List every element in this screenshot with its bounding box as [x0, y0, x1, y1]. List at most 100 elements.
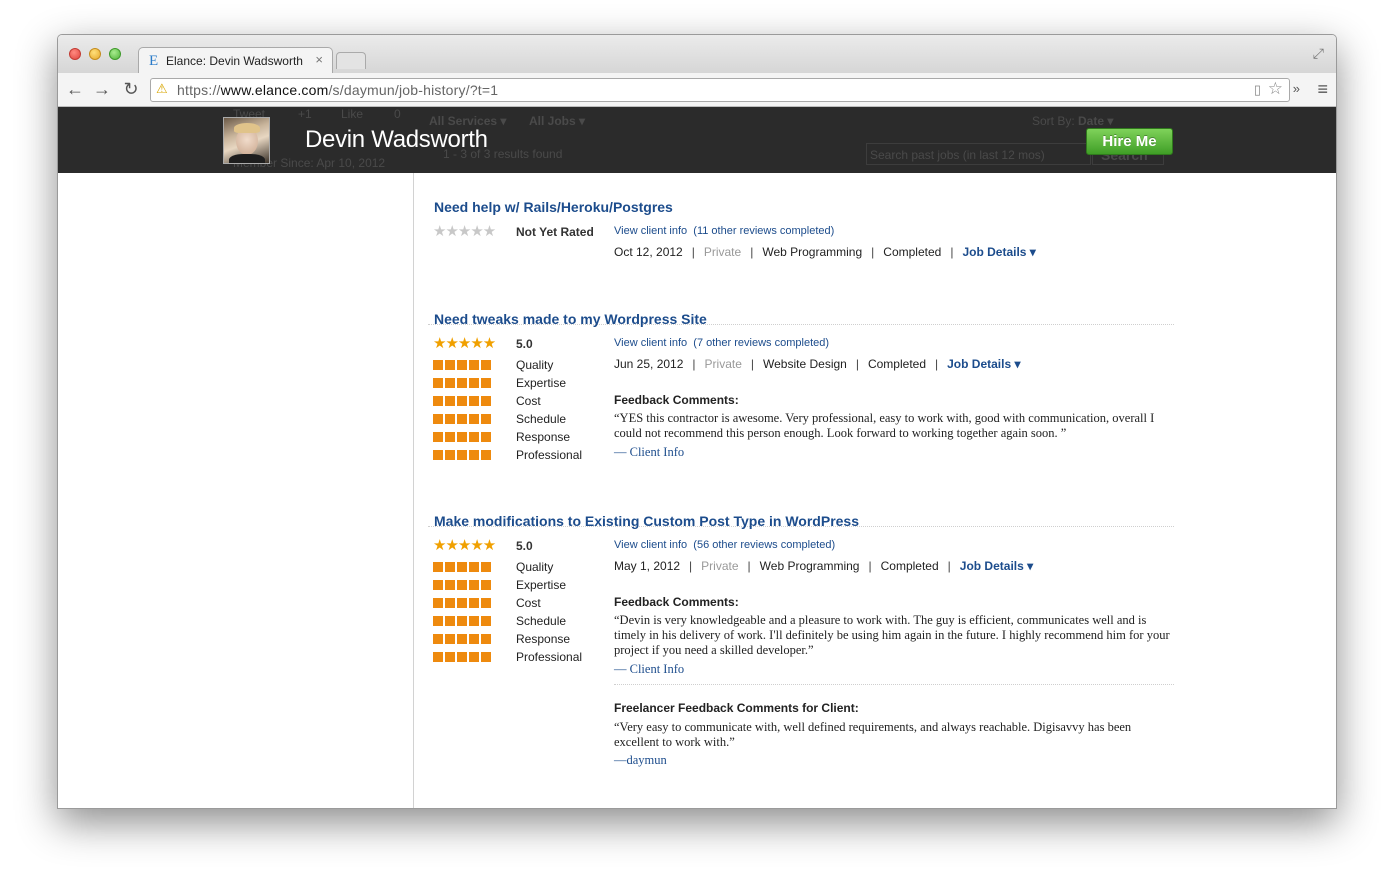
criteria-label: Quality	[516, 560, 554, 574]
ghost-like: Like	[341, 107, 364, 121]
extensions-overflow-icon[interactable]: »	[1293, 81, 1300, 96]
criteria-response: Response	[433, 428, 613, 446]
avatar[interactable]	[223, 117, 270, 164]
other-reviews-count: (11 other reviews completed)	[693, 225, 835, 237]
ghost-sort-by: Sort By:	[1032, 114, 1075, 128]
client-info-link[interactable]: — Client Info	[614, 445, 684, 460]
freelancer-feedback-comment: “Very easy to communicate with, well def…	[614, 720, 1132, 749]
job-meta: Oct 12, 2012 | Private | Web Programming | Com…	[614, 245, 1036, 259]
ghost-sort-value: Date ▾	[1078, 114, 1114, 128]
criteria-label: Schedule	[516, 614, 567, 628]
rating-bars	[433, 634, 493, 644]
criteria-label: Schedule	[516, 412, 567, 426]
new-tab-button[interactable]	[336, 52, 366, 69]
url-text[interactable]: https://www.elance.com/s/daymun/job-hist…	[177, 82, 498, 98]
browser-toolbar: ← → ↻ ⚠ https://www.elance.com/s/daymun/…	[58, 73, 1336, 107]
feedback-comment: “YES this contractor is awesome. Very pr…	[614, 411, 1155, 440]
criteria-label: Cost	[516, 394, 541, 408]
criteria-label: Expertise	[516, 376, 567, 390]
rating-bars	[433, 652, 493, 662]
rating-text: 5.0	[516, 337, 533, 351]
chrome-menu-icon[interactable]: ≡	[1317, 79, 1328, 100]
client-info-label: View client info	[614, 539, 688, 551]
criteria-schedule: Schedule	[433, 612, 613, 630]
title-bar: E Elance: Devin Wadsworth - × ⤢	[58, 35, 1336, 74]
browser-window: E Elance: Devin Wadsworth - × ⤢ ← → ↻ ⚠ …	[57, 34, 1337, 809]
job-item: Need tweaks made to my Wordpress Site ★★…	[428, 311, 1174, 527]
criteria-expertise: Expertise	[433, 576, 613, 594]
criteria-label: Expertise	[516, 578, 567, 592]
profile-name: Devin Wadsworth	[305, 126, 488, 153]
job-status: Completed	[880, 559, 939, 573]
star-rating-icon: ★★★★★	[433, 335, 496, 352]
criteria-label: Response	[516, 632, 571, 646]
feedback-heading: Feedback Comments:	[614, 595, 739, 609]
job-category: Website Design	[763, 357, 847, 371]
client-info-label: View client info	[614, 225, 688, 237]
address-bar[interactable]: ⚠ https://www.elance.com/s/daymun/job-hi…	[150, 78, 1290, 102]
elance-favicon-icon: E	[149, 53, 159, 69]
criteria-quality: Quality	[433, 356, 613, 374]
ghost-gplus: +1	[298, 107, 312, 121]
freelancer-profile-link[interactable]: —daymun	[614, 753, 667, 768]
job-details-link[interactable]: Job Details ▾	[947, 357, 1020, 371]
rating-bars	[433, 562, 493, 572]
criteria-label: Professional	[516, 448, 583, 462]
client-info-link[interactable]: View client info (56 other reviews compl…	[614, 539, 835, 551]
client-info-link[interactable]: View client info (7 other reviews comple…	[614, 337, 829, 349]
page-content: Tweet +1 Like 0 All Services ▾ All Jobs …	[58, 107, 1336, 808]
rating-bars	[433, 616, 493, 626]
job-category: Web Programming	[762, 245, 863, 259]
ghost-all-jobs: All Jobs ▾	[529, 114, 586, 128]
window-close-button[interactable]	[69, 48, 81, 60]
sidebar-divider	[413, 173, 414, 808]
rating-text: 5.0	[516, 539, 533, 553]
bookmark-star-icon[interactable]: ☆	[1268, 79, 1283, 99]
criteria-label: Response	[516, 430, 571, 444]
job-privacy: Private	[701, 559, 739, 573]
job-date: May 1, 2012	[614, 559, 681, 573]
browser-tab[interactable]: E Elance: Devin Wadsworth - ×	[138, 47, 333, 74]
job-details-link[interactable]: Job Details ▾	[960, 559, 1033, 573]
criteria-expertise: Expertise	[433, 374, 613, 392]
criteria-quality: Quality	[433, 558, 613, 576]
ghost-search-placeholder: Search past jobs (in last 12 mos)	[870, 148, 1045, 162]
rating-bars	[433, 360, 493, 370]
job-privacy: Private	[704, 357, 742, 371]
window-minimize-button[interactable]	[89, 48, 101, 60]
criteria-cost: Cost	[433, 392, 613, 410]
job-date: Oct 12, 2012	[614, 245, 683, 259]
reload-icon[interactable]: ↻	[120, 79, 142, 100]
tab-title: Elance: Devin Wadsworth -	[166, 54, 306, 68]
job-meta: Jun 25, 2012 | Private | Website Design | Comp…	[614, 357, 1021, 371]
job-item: Make modifications to Existing Custom Po…	[428, 513, 1174, 808]
avatar-shirt	[229, 154, 265, 163]
job-title[interactable]: Make modifications to Existing Custom Po…	[434, 513, 859, 529]
job-title[interactable]: Need help w/ Rails/Heroku/Postgres	[434, 199, 673, 215]
fullscreen-icon[interactable]: ⤢	[1313, 45, 1324, 62]
job-title[interactable]: Need tweaks made to my Wordpress Site	[434, 311, 707, 327]
other-reviews-count: (7 other reviews completed)	[693, 337, 830, 349]
criteria-label: Quality	[516, 358, 554, 372]
rating-bars	[433, 378, 493, 388]
page-action-icon[interactable]: ▯	[1254, 82, 1261, 98]
warning-lock-icon[interactable]: ⚠	[156, 81, 168, 97]
back-arrow-icon[interactable]: ←	[64, 79, 86, 100]
window-zoom-button[interactable]	[109, 48, 121, 60]
feedback-comment: “Devin is very knowledgeable and a pleas…	[614, 613, 1170, 657]
job-date: Jun 25, 2012	[614, 357, 684, 371]
criteria-professional: Professional	[433, 446, 613, 464]
job-details-link[interactable]: Job Details ▾	[962, 245, 1035, 259]
criteria-label: Cost	[516, 596, 541, 610]
other-reviews-count: (56 other reviews completed)	[693, 539, 836, 551]
rating-bars	[433, 598, 493, 608]
ghost-like-count: 0	[394, 107, 401, 121]
tab-close-icon[interactable]: ×	[315, 52, 323, 67]
client-info-link[interactable]: View client info (11 other reviews compl…	[614, 225, 834, 237]
client-info-label: View client info	[614, 337, 688, 349]
client-info-link[interactable]: — Client Info	[614, 662, 684, 677]
criteria-response: Response	[433, 630, 613, 648]
forward-arrow-icon[interactable]: →	[91, 79, 113, 100]
hire-me-button[interactable]: Hire Me	[1086, 128, 1173, 155]
criteria-label: Professional	[516, 650, 583, 664]
